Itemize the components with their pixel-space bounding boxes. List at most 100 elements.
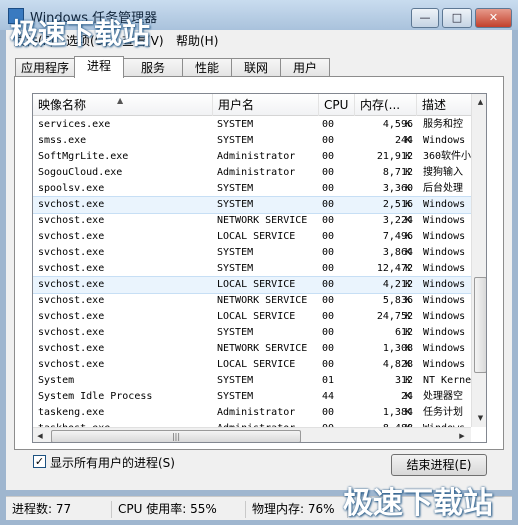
process-row[interactable]: svchost.exe NETWORK SERVICE 00 1,308 K Window… xyxy=(33,341,471,357)
process-row[interactable]: svchost.exe NETWORK SERVICE 00 5,836 K Window… xyxy=(33,293,471,309)
process-row[interactable]: spoolsv.exe SYSTEM 00 3,360 K 后台处理 xyxy=(33,181,471,197)
process-row[interactable]: svchost.exe NETWORK SERVICE 00 3,224 K Window… xyxy=(33,213,471,229)
process-row[interactable]: svchost.exe LOCAL SERVICE 00 4,212 K Windows xyxy=(33,276,472,294)
process-memory-unit: K xyxy=(405,263,412,274)
process-row[interactable]: SoftMgrLite.exe Administrator 00 21,912 K 360… xyxy=(33,149,471,165)
process-name: svchost.exe xyxy=(38,199,105,210)
process-user: NETWORK SERVICE xyxy=(217,215,308,226)
process-row[interactable]: svchost.exe LOCAL SERVICE 00 24,752 K Windows xyxy=(33,309,471,325)
process-memory-unit: K xyxy=(405,199,412,210)
process-description: 后台处理 xyxy=(423,183,463,194)
process-row[interactable]: svchost.exe SYSTEM 00 612 K Windows xyxy=(33,325,471,341)
minimize-button[interactable]: — xyxy=(411,8,439,28)
process-name: svchost.exe xyxy=(38,327,105,338)
process-name: SoftMgrLite.exe xyxy=(38,151,129,162)
process-row[interactable]: SogouCloud.exe Administrator 00 8,712 K 搜狗输入 xyxy=(33,165,471,181)
process-rows: services.exe SYSTEM 00 4,596 K 服务和控 smss.exe SY… xyxy=(33,117,472,437)
process-row[interactable]: svchost.exe SYSTEM 00 3,864 K Windows xyxy=(33,245,471,261)
process-row[interactable]: services.exe SYSTEM 00 4,596 K 服务和控 xyxy=(33,117,471,133)
process-row[interactable]: svchost.exe SYSTEM 00 12,472 K Windows xyxy=(33,261,471,277)
tab-processes[interactable]: 进程 xyxy=(74,56,124,78)
process-cpu: 00 xyxy=(322,231,335,242)
column-image-name[interactable]: 映像名称 ▲ xyxy=(33,94,213,116)
horizontal-scroll-thumb[interactable]: ||| xyxy=(51,430,301,442)
process-cpu: 00 xyxy=(322,183,335,194)
process-memory-unit: K xyxy=(405,375,412,386)
process-memory-unit: K xyxy=(405,183,412,194)
process-user: Administrator xyxy=(217,167,296,178)
process-description: NT Kerne xyxy=(423,375,472,386)
process-user: SYSTEM xyxy=(217,199,254,210)
process-row[interactable]: svchost.exe SYSTEM 00 2,516 K Windows xyxy=(33,196,472,214)
process-description: 处理器空 xyxy=(423,391,463,402)
process-cpu: 00 xyxy=(322,407,335,418)
tab-performance[interactable]: 性能 xyxy=(182,58,232,77)
process-description: 360软件小 xyxy=(423,151,472,162)
process-list[interactable]: 映像名称 ▲ 用户名 CPU 内存(... 描述 services.exe SYS… xyxy=(32,93,487,443)
process-cpu: 00 xyxy=(322,327,335,338)
scroll-down-icon[interactable]: ▼ xyxy=(472,414,486,422)
vertical-scrollbar[interactable]: ▲ ▼ xyxy=(471,94,486,427)
end-process-button[interactable]: 结束进程(E) xyxy=(391,454,487,476)
menu-help[interactable]: 帮助(H) xyxy=(176,32,218,49)
column-user-name[interactable]: 用户名 xyxy=(213,94,319,116)
process-cpu: 00 xyxy=(322,215,335,226)
process-description: Windows xyxy=(423,215,466,226)
process-cpu: 00 xyxy=(322,343,335,354)
process-memory-unit: K xyxy=(405,343,412,354)
process-name: System xyxy=(38,375,75,386)
column-memory[interactable]: 内存(... xyxy=(355,94,417,116)
process-memory-unit: K xyxy=(405,247,412,258)
process-cpu: 00 xyxy=(322,311,335,322)
process-user: SYSTEM xyxy=(217,135,254,146)
show-all-users-label[interactable]: 显示所有用户的进程(S) xyxy=(50,454,175,471)
list-header: 映像名称 ▲ 用户名 CPU 内存(... 描述 xyxy=(33,94,486,116)
process-name: svchost.exe xyxy=(38,359,105,370)
scroll-up-icon[interactable]: ▲ xyxy=(472,98,486,106)
process-row[interactable]: System Idle Process SYSTEM 44 24 K 处理器空 xyxy=(33,389,471,405)
close-button[interactable]: ✕ xyxy=(475,8,512,28)
process-row[interactable]: svchost.exe LOCAL SERVICE 00 4,828 K Windows xyxy=(33,357,471,373)
process-name: spoolsv.exe xyxy=(38,183,105,194)
show-all-users-checkbox[interactable]: ✓ xyxy=(33,455,46,468)
process-memory-unit: K xyxy=(405,407,412,418)
process-row[interactable]: System SYSTEM 01 312 K NT Kerne xyxy=(33,373,471,389)
process-user: NETWORK SERVICE xyxy=(217,295,308,306)
tab-networking[interactable]: 联网 xyxy=(231,58,281,77)
process-name: SogouCloud.exe xyxy=(38,167,123,178)
process-name: services.exe xyxy=(38,119,111,130)
maximize-button[interactable]: □ xyxy=(442,8,472,28)
process-description: Windows xyxy=(423,247,466,258)
tab-applications[interactable]: 应用程序 xyxy=(15,58,75,77)
vertical-scroll-thumb[interactable] xyxy=(474,277,486,373)
process-cpu: 44 xyxy=(322,391,335,402)
column-cpu[interactable]: CPU xyxy=(319,94,355,116)
scroll-left-icon[interactable]: ◀ xyxy=(33,432,47,440)
scroll-right-icon[interactable]: ▶ xyxy=(455,432,469,440)
process-description: Windows xyxy=(423,263,466,274)
process-user: SYSTEM xyxy=(217,263,254,274)
process-description: Windows xyxy=(423,135,466,146)
status-cpu-usage: CPU 使用率: 55% xyxy=(114,501,246,518)
process-name: taskeng.exe xyxy=(38,407,105,418)
process-name: svchost.exe xyxy=(38,231,105,242)
watermark-top: 极速下载站 xyxy=(10,17,151,50)
process-name: svchost.exe xyxy=(38,343,105,354)
process-user: SYSTEM xyxy=(217,247,254,258)
process-name: System Idle Process xyxy=(38,391,153,402)
process-row[interactable]: svchost.exe LOCAL SERVICE 00 7,496 K Windows xyxy=(33,229,471,245)
process-name: svchost.exe xyxy=(38,247,105,258)
horizontal-scrollbar[interactable]: ◀ ||| ▶ xyxy=(33,427,471,442)
process-cpu: 00 xyxy=(322,135,335,146)
tab-users[interactable]: 用户 xyxy=(280,58,330,77)
process-cpu: 00 xyxy=(322,199,335,210)
process-user: Administrator xyxy=(217,151,296,162)
process-row[interactable]: smss.exe SYSTEM 00 244 K Windows xyxy=(33,133,471,149)
process-memory-unit: K xyxy=(405,215,412,226)
status-process-count: 进程数: 77 xyxy=(8,501,112,518)
process-row[interactable]: taskeng.exe Administrator 00 1,384 K 任务计划 xyxy=(33,405,471,421)
status-memory-usage: 物理内存: 76% xyxy=(248,501,348,518)
tab-services[interactable]: 服务 xyxy=(123,58,183,77)
process-user: SYSTEM xyxy=(217,391,254,402)
process-name: svchost.exe xyxy=(38,263,105,274)
